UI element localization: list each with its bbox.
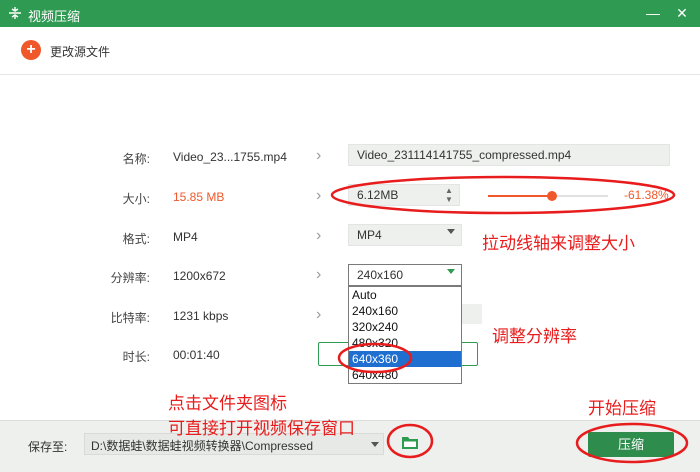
resolution-selected: 240x160 [357,268,404,282]
size-slider-handle[interactable] [546,191,557,201]
bitrate-label: 比特率: [110,311,150,325]
change-source-button[interactable]: 更改源文件 [50,43,110,60]
folder-annotation-line2: 可直接打开视频保存窗口 [168,419,355,439]
size-label: 大小: [122,192,150,206]
slider-annotation: 拉动线轴来调整大小 [482,234,635,254]
save-to-label: 保存至: [28,440,68,454]
size-percent: -61.38% [624,188,669,202]
minimize-button[interactable]: — [643,3,663,23]
resolution-option[interactable]: 320x240 [349,319,461,335]
source-duration: 00:01:40 [173,348,220,362]
size-slider[interactable] [488,191,608,201]
format-select[interactable]: MP4 [348,224,462,246]
resolution-option[interactable]: 480x320 [349,335,461,351]
source-format: MP4 [173,230,198,244]
format-label: 格式: [122,232,150,246]
chevron-down-icon[interactable] [371,442,379,447]
title-bar: 视频压缩 — ✕ [0,0,700,27]
resolution-dropdown: Auto 240x160 320x240 480x320 640x360 640x480 [348,286,462,384]
toolbar: + 更改源文件 [0,27,700,75]
start-annotation: 开始压缩 [588,399,656,419]
chevron-down-icon [447,269,455,274]
resolution-label: 分辨率: [110,271,150,285]
resolution-option[interactable]: 640x360 [349,351,461,367]
format-selected: MP4 [357,228,382,242]
output-name-field[interactable]: Video_231114141755_compressed.mp4 [348,144,670,166]
close-button[interactable]: ✕ [672,3,692,23]
source-bitrate: 1231 kbps [173,309,229,323]
chevron-right-icon: › [316,147,322,164]
resolution-option[interactable]: 640x480 [349,367,461,383]
chevron-right-icon: › [316,306,322,323]
compress-icon [9,7,21,19]
resolution-option[interactable]: 240x160 [349,303,461,319]
window-title: 视频压缩 [28,9,81,24]
resolution-select[interactable]: 240x160 [348,264,462,286]
compress-button[interactable]: 压缩 [588,432,674,457]
source-name: Video_23...1755.mp4 [173,150,287,164]
chevron-right-icon: › [316,227,322,244]
folder-icon[interactable] [401,435,419,450]
folder-annotation-line1: 点击文件夹图标 [168,394,287,414]
source-resolution: 1200x672 [173,269,226,283]
size-stepper[interactable]: ▲ ▼ [441,186,457,204]
resolution-option[interactable]: Auto [349,287,461,303]
bitrate-field[interactable] [462,304,482,324]
chevron-right-icon: › [316,266,322,283]
chevron-right-icon: › [316,187,322,204]
duration-label: 时长: [122,350,150,364]
size-slider-fill [488,195,552,197]
source-size: 15.85 MB [173,190,225,204]
chevron-down-icon [447,229,455,234]
resolution-annotation: 调整分辨率 [492,327,577,347]
plus-icon[interactable]: + [21,40,41,60]
name-label: 名称: [122,152,150,166]
